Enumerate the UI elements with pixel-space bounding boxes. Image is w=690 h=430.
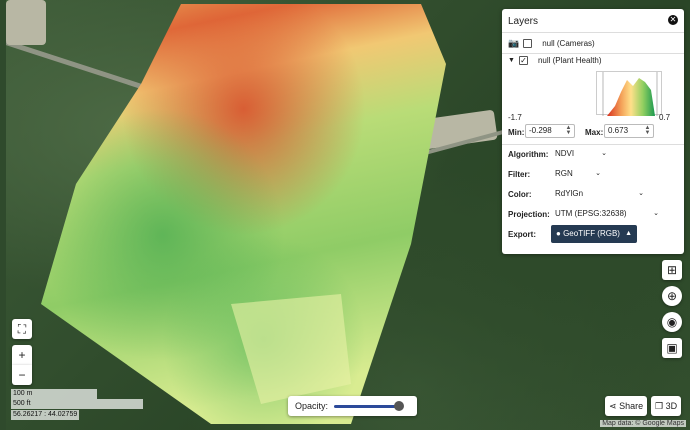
export-value: GeoTIFF (RGB) (563, 229, 620, 238)
filter-value: RGN (555, 169, 573, 178)
coordinates-readout: 56.26217 : 44.02759 (11, 410, 80, 420)
close-icon[interactable]: ✕ (668, 15, 678, 25)
layers-panel: Layers ✕ 📷 null (Cameras) ▼ ✓ null (Plan… (502, 9, 684, 254)
palette-icon: ● (556, 229, 561, 238)
algorithm-select[interactable]: NDVI ⌄ (552, 147, 610, 160)
caret-up-icon: ▲ (625, 230, 632, 237)
opacity-label: Opacity: (295, 401, 329, 411)
hist-max-label: 0.7 (659, 113, 671, 122)
chevron-down-icon: ⌄ (653, 210, 659, 217)
plant-health-label: null (Plant Health) (537, 56, 602, 65)
chevron-down-icon: ⌄ (638, 190, 644, 197)
layer-row-cameras: 📷 null (Cameras) (508, 38, 595, 49)
divider (502, 53, 684, 54)
square-icon[interactable]: ▣ (662, 338, 682, 358)
layers-grid-icon[interactable]: ⊞ (662, 260, 682, 280)
histogram[interactable] (596, 71, 662, 116)
share-button[interactable]: ⋖ Share (605, 396, 648, 416)
projection-select[interactable]: UTM (EPSG:32638) ⌄ (552, 207, 662, 220)
min-input[interactable]: -0.298 ▲ ▼ (525, 124, 575, 138)
zoom-out-button[interactable]: − (12, 365, 32, 385)
layers-title: Layers (508, 16, 539, 27)
projection-value: UTM (EPSG:32638) (555, 209, 627, 218)
fullscreen-icon[interactable]: ⛶ (12, 319, 32, 339)
divider (502, 32, 684, 33)
histogram-chart (602, 72, 658, 116)
scale-feet: 500 ft (11, 399, 143, 409)
share-label: Share (619, 401, 644, 411)
projection-label: Projection: (508, 210, 550, 219)
export-button[interactable]: ● GeoTIFF (RGB) ▲ (551, 225, 637, 243)
min-stepper[interactable]: ▲ ▼ (564, 125, 573, 136)
divider (502, 144, 684, 145)
max-stepper[interactable]: ▲ ▼ (643, 125, 652, 136)
cameras-checkbox[interactable] (523, 39, 533, 48)
color-label: Color: (508, 190, 532, 199)
clearing (6, 0, 46, 45)
layer-row-plant-health: ▼ ✓ null (Plant Health) (508, 56, 602, 65)
plant-health-ortho (41, 4, 446, 424)
cube-icon: ❒ (655, 401, 664, 411)
opacity-slider-knob[interactable] (393, 401, 404, 411)
filter-select[interactable]: RGN ⌄ (552, 167, 604, 180)
map-attribution[interactable]: Map data: © Google Maps (600, 420, 686, 427)
plant-health-checkbox[interactable]: ✓ (518, 56, 528, 65)
max-value: 0.673 (608, 126, 629, 135)
ndvi-overlay (41, 4, 446, 424)
min-label: Min: (508, 128, 525, 137)
camera-icon: 📷 (508, 38, 520, 48)
scale-meters: 100 m (11, 389, 97, 399)
plus-circle-icon[interactable]: ⊕ (662, 286, 682, 306)
max-label: Max: (585, 128, 604, 137)
opacity-slider-track[interactable] (334, 405, 402, 408)
filter-label: Filter: (508, 170, 531, 179)
color-value: RdYlGn (555, 189, 584, 198)
algorithm-value: NDVI (555, 149, 575, 158)
3d-button[interactable]: ❒ 3D (651, 396, 682, 416)
opacity-control: Opacity: (288, 396, 417, 416)
export-label: Export: (508, 230, 536, 239)
algorithm-label: Algorithm: (508, 150, 549, 159)
share-icon: ⋖ (609, 401, 617, 411)
max-input[interactable]: 0.673 ▲ ▼ (604, 124, 654, 138)
cameras-label: null (Cameras) (542, 39, 595, 48)
chevron-down-icon: ⌄ (601, 150, 607, 157)
caret-down-icon[interactable]: ▼ (508, 57, 515, 64)
chevron-down-icon: ⌄ (595, 170, 601, 177)
eye-icon[interactable]: ◉ (662, 312, 682, 332)
zoom-in-button[interactable]: + (12, 345, 32, 365)
color-select[interactable]: RdYlGn ⌄ (552, 187, 647, 200)
3d-label: 3D (665, 401, 678, 411)
min-value: -0.298 (529, 126, 552, 135)
hist-min-label: -1.7 (508, 113, 522, 122)
